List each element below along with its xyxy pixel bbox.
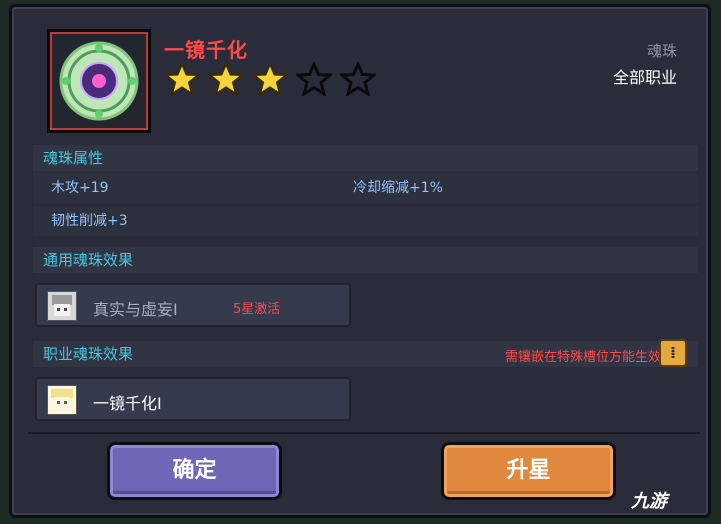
- activation-requirement: 5星激活: [233, 302, 281, 317]
- item-type: 魂珠: [646, 42, 677, 60]
- star-filled-icon: [208, 62, 244, 96]
- item-title: 一镜千化: [164, 38, 248, 62]
- stat-toughness-reduction: 韧性削减+3: [51, 213, 128, 229]
- info-icon[interactable]: ⁞: [659, 339, 687, 367]
- general-effect-heading: 通用魂珠效果: [33, 247, 698, 273]
- stat-row: 韧性削减+3: [33, 206, 698, 236]
- slot-warning: 需镶嵌在特殊槽位方能生效: [504, 350, 661, 365]
- stat-wood-attack: 木攻+19: [51, 180, 109, 196]
- watermark-logo: 九游: [631, 487, 667, 513]
- class-effect-item[interactable]: 一镜千化Ⅰ: [35, 377, 351, 421]
- character-avatar-icon: [47, 385, 77, 415]
- character-avatar-icon: [47, 291, 77, 321]
- divider: [28, 432, 700, 434]
- class-effect-name: 一镜千化Ⅰ: [93, 394, 162, 413]
- star-filled-icon: [164, 62, 200, 96]
- upgrade-star-button[interactable]: 升星: [441, 442, 616, 500]
- general-effect-item[interactable]: 真实与虚妄Ⅰ 5星激活: [35, 283, 351, 327]
- general-effect-name: 真实与虚妄Ⅰ: [93, 300, 178, 319]
- item-class: 全部职业: [612, 68, 677, 87]
- item-portrait: [47, 29, 151, 133]
- star-empty-icon: [296, 62, 332, 96]
- stat-cooldown-reduction: 冷却缩减+1%: [353, 180, 443, 196]
- soul-orb-icon: [59, 41, 139, 121]
- watermark-text: 九游: [631, 491, 667, 512]
- star-empty-icon: [340, 62, 376, 96]
- attributes-heading: 魂珠属性: [33, 145, 698, 171]
- star-rating: [164, 62, 376, 96]
- star-filled-icon: [252, 62, 288, 96]
- confirm-button[interactable]: 确定: [107, 442, 282, 500]
- stat-row: 木攻+19 冷却缩减+1%: [33, 173, 698, 203]
